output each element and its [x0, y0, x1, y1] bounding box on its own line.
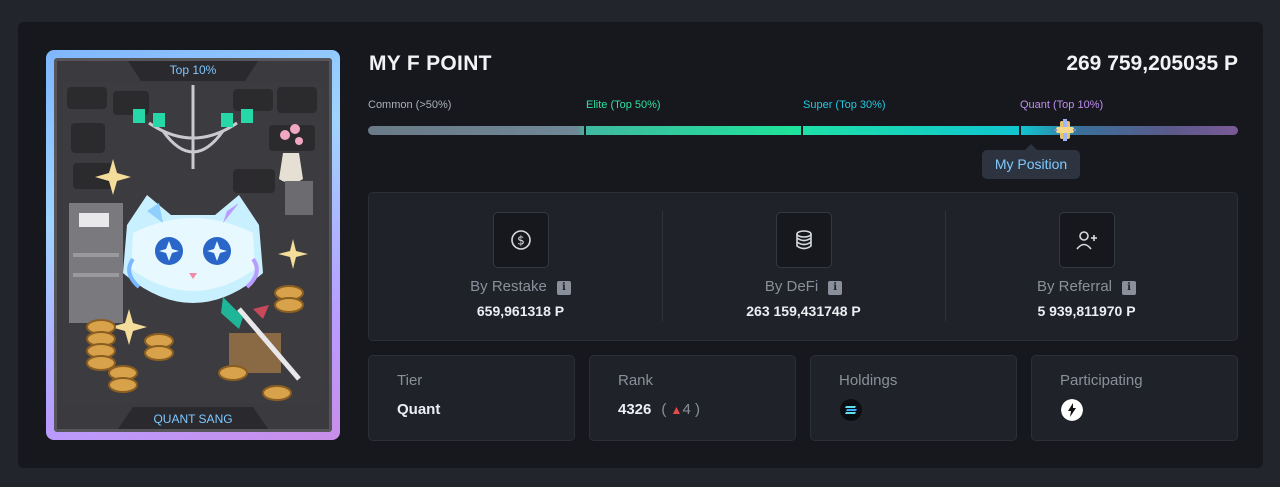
stat-tier-value: Quant — [397, 401, 441, 418]
info-icon[interactable]: i — [1122, 281, 1137, 295]
source-defi-value: 263 159,431748 P — [746, 303, 861, 319]
nft-card[interactable]: Top 10% QUANT SANG — [46, 50, 340, 440]
source-referral-label: By Referral i — [945, 278, 1228, 295]
page-title: MY F POINT — [369, 52, 492, 75]
source-defi: By DeFi i 263 159,431748 P — [662, 193, 945, 340]
stat-holdings-label: Holdings — [839, 372, 898, 389]
card-rank-label: Top 10% — [128, 61, 258, 81]
database-icon — [775, 212, 832, 268]
source-referral-value: 5 939,811970 P — [1037, 303, 1136, 319]
my-position-tooltip: My Position — [982, 144, 1080, 179]
source-restake-value: 659,961318 P — [476, 303, 565, 319]
source-restake: $ By Restake i 659,961318 P — [379, 193, 662, 340]
tier-label-super: Super (Top 30%) — [803, 99, 886, 111]
tier-progress-track — [368, 126, 1238, 135]
position-marker-icon — [1054, 119, 1076, 141]
tier-label-common: Common (>50%) — [368, 99, 452, 111]
point-sources-box: $ By Restake i 659,961318 P By DeFi i 263 … — [368, 192, 1238, 341]
stat-card-participating: Participating — [1031, 355, 1238, 441]
source-defi-label: By DeFi i — [662, 278, 945, 295]
tier-divider — [584, 124, 586, 137]
info-icon[interactable]: i — [556, 281, 571, 295]
stat-card-rank: Rank 4326( ▲4 ) — [589, 355, 796, 441]
arrow-up-icon: ▲ — [670, 403, 683, 417]
stat-card-holdings: Holdings — [810, 355, 1017, 441]
stat-rank-value: 4326( ▲4 ) — [618, 401, 700, 418]
user-plus-icon — [1058, 212, 1115, 268]
rank-change: ( ▲4 ) — [661, 401, 700, 418]
total-points: 269 759,205035 P — [1066, 52, 1238, 75]
nft-card-frame: Top 10% QUANT SANG — [54, 58, 332, 432]
protocol-logo-icon[interactable] — [1061, 399, 1083, 421]
stat-tier-label: Tier — [397, 372, 423, 389]
tier-divider — [801, 124, 803, 137]
source-referral: By Referral i 5 939,811970 P — [945, 193, 1228, 340]
stat-card-tier: Tier Quant — [368, 355, 575, 441]
svg-text:$: $ — [517, 234, 525, 248]
nft-artwork-image — [63, 83, 323, 403]
tier-label-quant: Quant (Top 10%) — [1020, 99, 1104, 111]
stat-participating-label: Participating — [1060, 372, 1143, 389]
tier-divider — [1019, 124, 1021, 137]
stat-rank-label: Rank — [618, 372, 654, 389]
info-icon[interactable]: i — [828, 281, 843, 295]
tier-label-elite: Elite (Top 50%) — [586, 99, 661, 111]
card-name-label: QUANT SANG — [118, 407, 268, 429]
dollar-circle-icon: $ — [492, 212, 549, 268]
source-restake-label: By Restake i — [379, 278, 662, 295]
token-logo-icon[interactable] — [840, 399, 862, 421]
